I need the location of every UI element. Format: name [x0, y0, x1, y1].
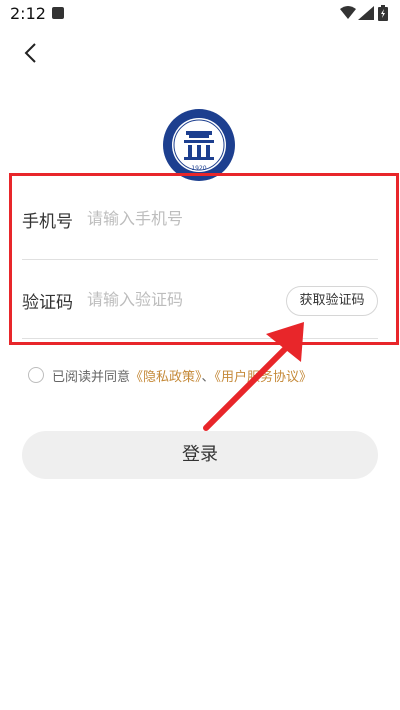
divider: [22, 338, 378, 339]
login-button[interactable]: 登录: [22, 431, 378, 479]
privacy-policy-link[interactable]: 《隐私政策》: [130, 370, 202, 385]
phone-label: 手机号: [22, 212, 73, 232]
back-button[interactable]: [14, 36, 48, 70]
agreement-checkbox[interactable]: [28, 367, 44, 383]
university-logo: 1920: [162, 108, 236, 182]
chevron-left-icon: [24, 43, 36, 63]
code-input[interactable]: [87, 286, 277, 312]
phone-input[interactable]: [87, 205, 277, 231]
divider: [22, 259, 378, 260]
agreement-prefix: 已阅读并同意: [52, 370, 131, 385]
arrow-annotation: [203, 322, 304, 431]
get-code-button[interactable]: 获取验证码: [286, 286, 378, 316]
signal-icon: [358, 6, 374, 20]
status-bar: 2:12: [0, 0, 400, 28]
status-time: 2:12: [10, 4, 46, 23]
terms-link[interactable]: 《用户服务协议》: [215, 370, 313, 385]
agreement-separator: 、: [201, 370, 215, 385]
notification-icon: [52, 7, 64, 19]
wifi-icon: [340, 6, 356, 19]
phone-field-row: 手机号: [22, 199, 378, 239]
logo-year: 1920: [191, 165, 206, 172]
agreement-text: 已阅读并同意《隐私政策》、《用户服务协议》: [52, 366, 312, 385]
code-label: 验证码: [22, 293, 73, 313]
battery-icon: [378, 5, 388, 21]
